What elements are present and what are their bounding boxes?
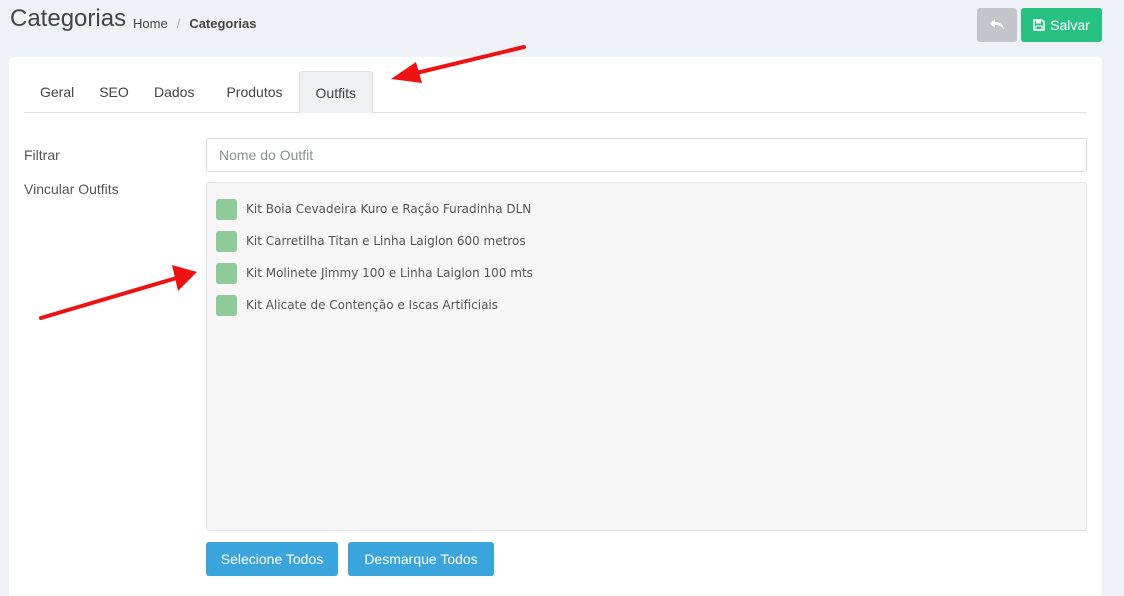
tab-produtos[interactable]: Produtos	[210, 71, 298, 113]
tab-seo[interactable]: SEO	[90, 71, 138, 113]
outfit-checkbox[interactable]	[216, 262, 237, 284]
page: Categorias Home / Categorias Salvar Geral …	[0, 0, 1124, 596]
save-button[interactable]: Salvar	[1021, 8, 1102, 42]
page-title: Categorias	[10, 5, 127, 32]
list-item[interactable]: Kit Boia Cevadeira Kuro e Ração Furadinh…	[207, 193, 1086, 225]
tab-geral[interactable]: Geral	[24, 71, 88, 113]
outfit-checkbox[interactable]	[216, 230, 237, 252]
save-button-label: Salvar	[1050, 17, 1090, 33]
outfit-checkbox[interactable]	[216, 198, 237, 220]
outfit-label: Kit Alicate de Contenção e Iscas Artific…	[246, 298, 499, 312]
breadcrumb-home[interactable]: Home	[133, 16, 168, 31]
outfit-label: Kit Boia Cevadeira Kuro e Ração Furadinh…	[246, 202, 532, 216]
floppy-disk-icon	[1033, 19, 1045, 31]
breadcrumb: Home / Categorias	[133, 16, 257, 31]
tab-bar: Geral SEO Dados Produtos Outfits	[24, 71, 1087, 113]
list-item[interactable]: Kit Carretilha Titan e Linha Laiglon 600…	[207, 225, 1086, 257]
outfit-label: Kit Molinete Jimmy 100 e Linha Laiglon 1…	[246, 266, 533, 280]
outfit-checkbox[interactable]	[216, 294, 237, 316]
link-outfits-label: Vincular Outfits	[24, 181, 119, 197]
breadcrumb-separator: /	[176, 16, 181, 31]
outfit-label: Kit Carretilha Titan e Linha Laiglon 600…	[246, 234, 526, 248]
content-card: Geral SEO Dados Produtos Outfits Filtrar…	[9, 57, 1102, 596]
list-item[interactable]: Kit Alicate de Contenção e Iscas Artific…	[207, 289, 1086, 321]
select-all-button[interactable]: Selecione Todos	[206, 542, 338, 576]
undo-arrow-icon	[990, 19, 1004, 30]
tab-outfits[interactable]: Outfits	[298, 71, 373, 113]
deselect-all-button[interactable]: Desmarque Todos	[348, 542, 494, 576]
tab-dados[interactable]: Dados	[138, 71, 210, 113]
outfit-list[interactable]: Kit Boia Cevadeira Kuro e Ração Furadinh…	[206, 182, 1087, 531]
back-button[interactable]	[977, 8, 1017, 42]
filter-label: Filtrar	[24, 147, 60, 163]
breadcrumb-current: Categorias	[189, 16, 257, 31]
outfit-filter-input[interactable]	[206, 138, 1087, 172]
list-item[interactable]: Kit Molinete Jimmy 100 e Linha Laiglon 1…	[207, 257, 1086, 289]
